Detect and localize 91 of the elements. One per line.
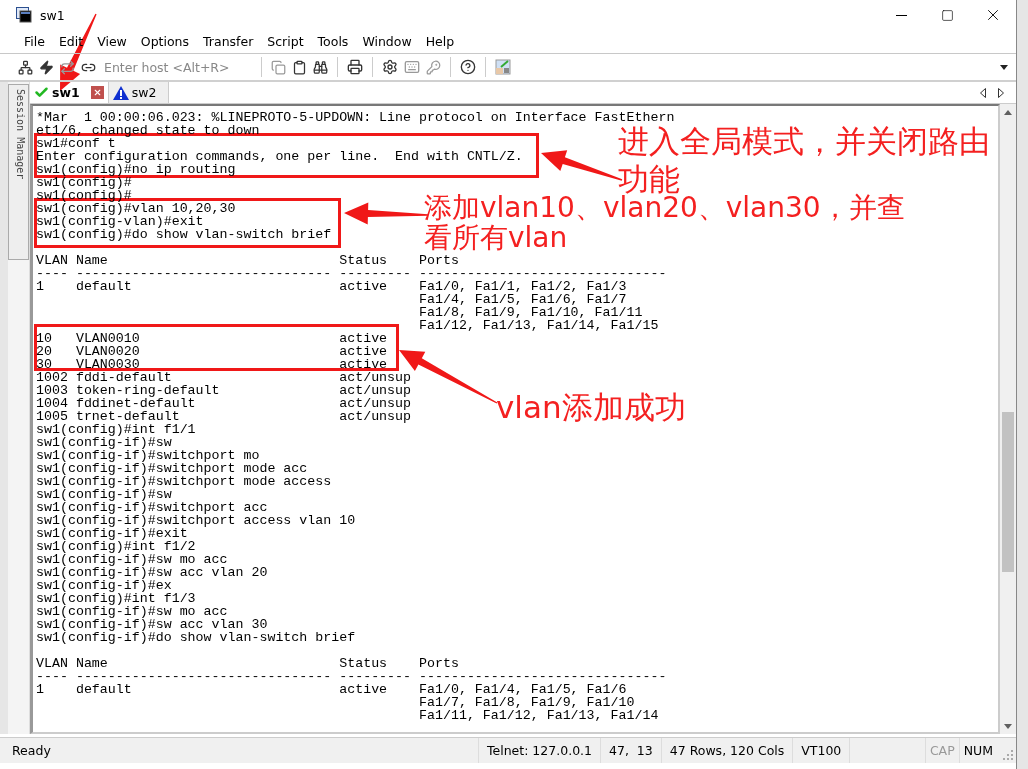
terminal-line: Fa1/8, Fa1/9, Fa1/10, Fa1/11	[418, 306, 643, 319]
terminal-line: 20 VLAN0020 active	[36, 345, 388, 358]
terminal-line: sw1(config-if)#sw mo acc	[36, 553, 228, 566]
scrollbar[interactable]	[1000, 104, 1016, 734]
terminal-line: sw1(config)#int f1/2	[36, 540, 196, 553]
key-indicator: CAP	[924, 738, 959, 763]
status-field: VT100	[792, 738, 850, 763]
help-icon[interactable]	[460, 59, 476, 75]
window-title: sw1	[40, 7, 65, 23]
terminal-line: VLAN Name Status Ports	[36, 657, 459, 670]
terminal-line: 1 default active Fa1/0, Fa1/1, Fa1/2, Fa1/3	[36, 280, 627, 293]
terminal-line: sw1(config-if)#do show vlan-switch brief	[36, 631, 356, 644]
terminal-line: sw1(config-if)#sw	[36, 436, 172, 449]
menu-item[interactable]: File	[17, 34, 52, 49]
terminal-line: sw1(config)#do show vlan-switch brief	[36, 228, 332, 241]
terminal-line: sw1(config)#no ip routing	[36, 163, 236, 176]
terminal-line: 1003 token-ring-default act/unsup	[36, 384, 412, 397]
status-message: Ready	[11, 743, 52, 758]
key-indicator: NUM	[958, 738, 997, 763]
terminal-line: sw1(config-if)#sw mo acc	[36, 605, 228, 618]
tab-label: sw2	[131, 85, 157, 100]
warning-icon	[112, 85, 129, 100]
maximize-icon	[940, 8, 954, 22]
menu-item[interactable]: Window	[355, 34, 419, 49]
terminal-line: sw1(config-if)#switchport mo	[36, 449, 260, 462]
menu-item[interactable]: Help	[418, 34, 462, 49]
repeat-icon[interactable]	[60, 59, 75, 75]
terminal-line: sw1(config-if)#switchport access vlan 10	[36, 514, 356, 527]
menu-item[interactable]: Options	[133, 34, 197, 49]
terminal-line: sw1(config-if)#ex	[36, 579, 172, 592]
terminal-line: sw1(config)#vlan 10,20,30	[36, 202, 236, 215]
lightning-icon[interactable]	[39, 59, 54, 75]
terminal-line: sw1(config-if)#switchport acc	[36, 501, 268, 514]
terminal-line: ---- -------------------------------- --------- -------------------------------	[36, 670, 667, 683]
terminal-line: ---- -------------------------------- --------- -------------------------------	[36, 267, 667, 280]
status-field: Telnet: 127.0.0.1	[478, 738, 600, 763]
terminal-line: sw1(config-vlan)#exit	[36, 215, 204, 228]
terminal-line: 1 default active Fa1/0, Fa1/4, Fa1/5, Fa1/6	[36, 683, 627, 696]
menu-item[interactable]: Tools	[310, 34, 356, 49]
annotation-text: vlan添加成功	[496, 388, 687, 426]
menu-item[interactable]: Transfer	[196, 34, 261, 49]
network-icon[interactable]	[18, 59, 33, 75]
terminal-line: Fa1/12, Fa1/13, Fa1/14, Fa1/15	[418, 319, 659, 332]
menu-item[interactable]: Script	[260, 34, 311, 49]
terminal-line: sw1(config-if)#switchport mode access	[36, 475, 332, 488]
app-icon	[16, 7, 32, 23]
terminal-line: sw1(config-if)#switchport mode acc	[36, 462, 308, 475]
tab-close-button[interactable]	[90, 86, 104, 99]
right-arrow-icon[interactable]	[998, 87, 1004, 98]
menu-item[interactable]: View	[90, 34, 134, 49]
terminal-line: sw1#conf t	[36, 137, 116, 150]
terminal-line: 1005 trnet-default act/unsup	[36, 410, 412, 423]
terminal-line: 10 VLAN0010 active	[36, 332, 388, 345]
terminal-line: sw1(config-if)#sw	[36, 488, 172, 501]
session-manager-tab[interactable]: Session Manager	[8, 84, 29, 260]
terminal-line: Fa1/7, Fa1/8, Fa1/9, Fa1/10	[418, 696, 635, 709]
session-tab[interactable]: sw2	[108, 82, 170, 103]
terminal-line: 1004 fddinet-default act/unsup	[36, 397, 412, 410]
check-icon	[34, 85, 49, 100]
status-field: 47, 13	[600, 738, 661, 763]
terminal-line: sw1(config-if)#sw acc vlan 20	[36, 566, 268, 579]
up-arrow-icon[interactable]	[1004, 109, 1012, 115]
clipboard-icon[interactable]	[292, 59, 307, 75]
key-icon[interactable]	[426, 59, 441, 75]
settings-icon[interactable]	[382, 59, 398, 75]
copy-icon[interactable]	[271, 59, 286, 75]
status-field: 47 Rows, 120 Cols	[660, 738, 793, 763]
terminal-line: sw1(config)#	[36, 176, 132, 189]
caret-icon[interactable]	[1000, 64, 1008, 70]
terminal-line: 30 VLAN0030 active	[36, 358, 388, 371]
terminal-line: sw1(config)#int f1/1	[36, 423, 196, 436]
terminal-line: Fa1/4, Fa1/5, Fa1/6, Fa1/7	[418, 293, 627, 306]
tab-label: sw1	[52, 85, 80, 100]
terminal-line: sw1(config-if)#exit	[36, 527, 188, 540]
terminal-line: *Mar 1 00:00:06.023: %LINEPROTO-5-UPDOWN: Line protocol on Interface FastEthern	[36, 111, 675, 124]
minimize-icon	[895, 14, 907, 16]
binoculars-icon[interactable]	[313, 59, 328, 75]
host-field[interactable]: Enter host <Alt+R>	[102, 59, 252, 75]
resize-grip-icon[interactable]	[1003, 750, 1013, 760]
printer-icon[interactable]	[347, 59, 363, 75]
scroll-thumb[interactable]	[1002, 412, 1014, 572]
terminal-line: 1002 fddi-default act/unsup	[36, 371, 412, 384]
left-arrow-icon[interactable]	[980, 87, 986, 98]
terminal-line: sw1(config-if)#sw acc vlan 30	[36, 618, 268, 631]
keyboard-icon[interactable]	[404, 59, 420, 75]
terminal-line: Fa1/11, Fa1/12, Fa1/13, Fa1/14	[418, 709, 659, 722]
terminal-line: Enter configuration commands, one per line. End with CNTL/Z.	[36, 150, 523, 163]
terminal-line: sw1(config)#int f1/3	[36, 592, 196, 605]
terminal-line: VLAN Name Status Ports	[36, 254, 459, 267]
close-icon	[92, 88, 102, 97]
down-arrow-icon[interactable]	[1004, 723, 1012, 729]
